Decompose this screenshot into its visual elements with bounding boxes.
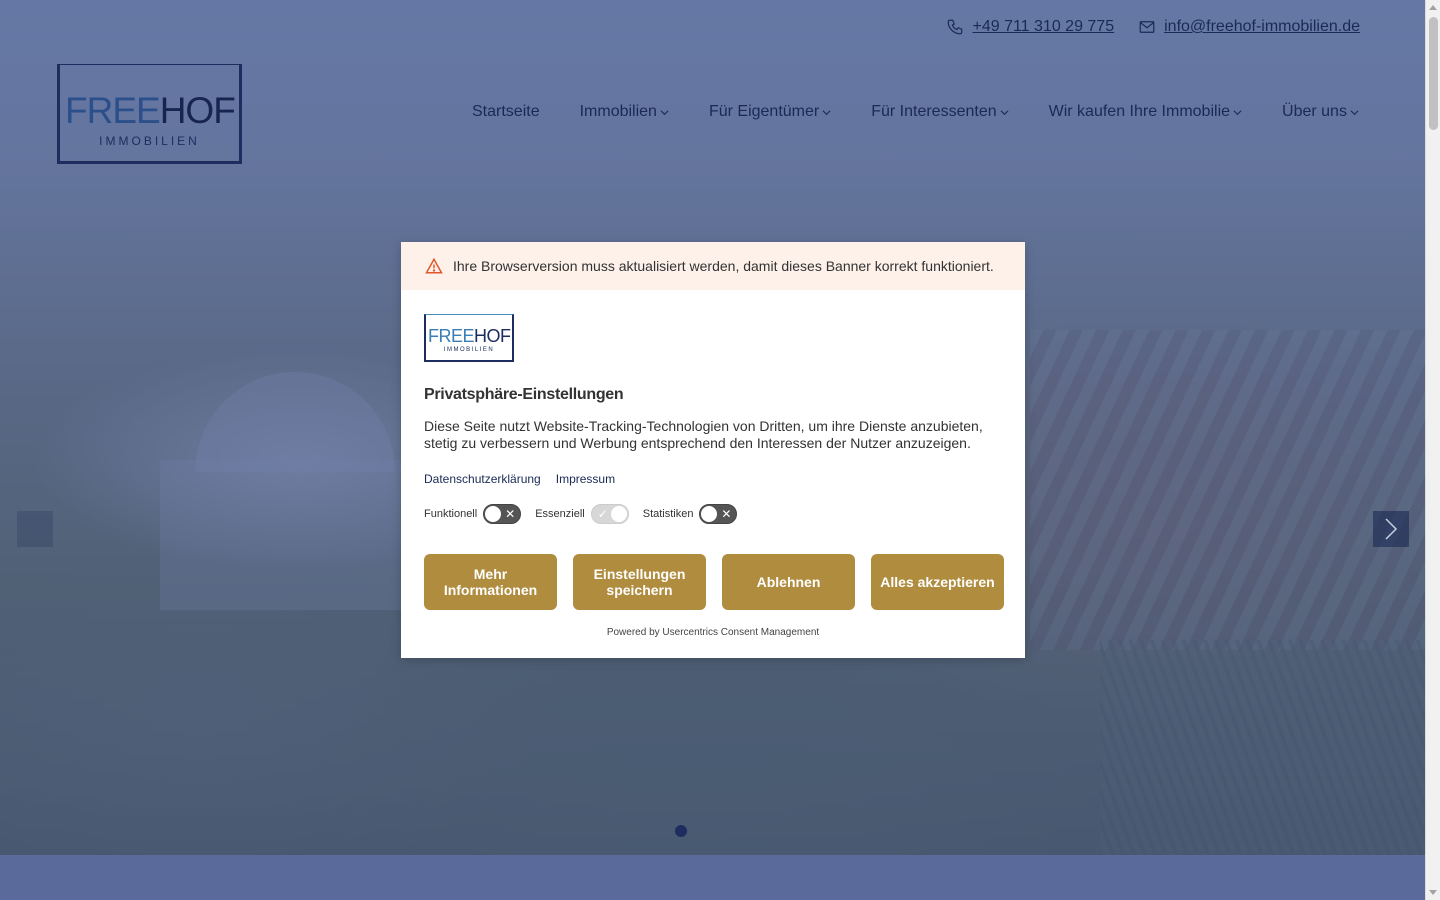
contact-bar: +49 711 310 29 775 info@freehof-immobili…	[946, 18, 1360, 36]
accept-all-button[interactable]: Alles akzeptieren	[871, 554, 1004, 610]
chevron-down-icon	[660, 109, 669, 115]
main-navigation: Startseite Immobilien Für Eigentümer Für…	[472, 103, 1359, 121]
chevron-down-icon	[1233, 109, 1242, 115]
checkmark-icon: ✓	[597, 507, 608, 521]
nav-item-fuer-interessenten[interactable]: Für Interessenten	[871, 103, 1009, 121]
more-info-button[interactable]: Mehr Informationen	[424, 554, 557, 610]
slider-prev-button[interactable]	[17, 511, 53, 547]
toggle-funktionell[interactable]: ✕	[483, 504, 522, 524]
toggle-knob	[701, 506, 718, 522]
page-scrollbar[interactable]	[1425, 0, 1440, 900]
scroll-up-arrow-icon[interactable]	[1429, 5, 1437, 10]
toggle-label-funktionell: Funktionell	[424, 508, 478, 520]
consent-description: Diese Seite nutzt Website-Tracking-Techn…	[424, 418, 983, 451]
site-logo[interactable]: FREEHOF IMMOBILIEN	[57, 64, 242, 164]
slider-pagination-dot[interactable]	[675, 825, 687, 837]
nav-item-fuer-eigentuemer[interactable]: Für Eigentümer	[709, 103, 831, 121]
phone-text: +49 711 310 29 775	[972, 18, 1115, 35]
phone-icon	[948, 19, 963, 35]
close-icon: ✕	[505, 507, 516, 521]
imprint-link[interactable]: Impressum	[556, 472, 615, 486]
toggle-knob	[485, 506, 502, 522]
powered-by-text[interactable]: Powered by Usercentrics Consent Manageme…	[401, 627, 1025, 638]
logo-subtitle: IMMOBILIEN	[99, 134, 200, 148]
consent-title: Privatsphäre-Einstellungen	[424, 386, 624, 403]
nav-item-immobilien[interactable]: Immobilien	[580, 103, 669, 121]
chevron-right-icon	[1385, 518, 1398, 540]
toggle-group-essenziell: Essenziell ✓	[535, 504, 629, 524]
toggle-group-funktionell: Funktionell ✕	[424, 504, 522, 524]
consent-logo-subtitle: IMMOBILIEN	[443, 347, 495, 353]
browser-warning-banner: Ihre Browserversion muss aktualisiert we…	[401, 242, 1025, 290]
logo-wordmark: FREEHOF	[65, 90, 236, 131]
chevron-down-icon	[1350, 109, 1359, 115]
consent-dialog: Ihre Browserversion muss aktualisiert we…	[401, 242, 1025, 658]
scrollbar-thumb[interactable]	[1429, 17, 1438, 130]
decline-button[interactable]: Ablehnen	[722, 554, 855, 610]
close-icon: ✕	[721, 507, 732, 521]
consent-links: Datenschutzerklärung Impressum	[424, 472, 615, 486]
save-settings-button[interactable]: Einstellungen speichern	[573, 554, 706, 610]
warning-triangle-icon	[425, 257, 443, 274]
consent-logo-wordmark: FREEHOF	[428, 326, 511, 346]
nav-item-ueber-uns[interactable]: Über uns	[1282, 103, 1359, 121]
browser-warning-text: Ihre Browserversion muss aktualisiert we…	[453, 258, 994, 274]
mail-icon	[1139, 21, 1155, 33]
scroll-down-arrow-icon[interactable]	[1429, 890, 1437, 895]
toggle-knob	[610, 506, 627, 522]
slider-next-button[interactable]	[1373, 511, 1409, 547]
toggle-label-essenziell: Essenziell	[535, 508, 585, 520]
consent-buttons: Mehr Informationen Einstellungen speiche…	[424, 554, 1004, 610]
toggle-essenziell: ✓	[590, 504, 629, 524]
nav-item-wir-kaufen[interactable]: Wir kaufen Ihre Immobilie	[1049, 103, 1242, 121]
page-section-below-hero	[0, 855, 1425, 900]
privacy-policy-link[interactable]: Datenschutzerklärung	[424, 472, 541, 486]
toggle-group-statistiken: Statistiken ✕	[643, 504, 738, 524]
consent-category-toggles: Funktionell ✕ Essenziell ✓ Statistiken ✕	[424, 504, 745, 524]
toggle-statistiken[interactable]: ✕	[699, 504, 738, 524]
chevron-down-icon	[1000, 109, 1009, 115]
consent-logo: FREEHOF IMMOBILIEN	[424, 314, 514, 362]
email-text: info@freehof-immobilien.de	[1164, 18, 1360, 35]
email-link[interactable]: info@freehof-immobilien.de	[1138, 18, 1360, 36]
toggle-label-statistiken: Statistiken	[642, 508, 694, 520]
nav-item-startseite[interactable]: Startseite	[472, 103, 540, 121]
phone-link[interactable]: +49 711 310 29 775	[946, 18, 1114, 36]
chevron-down-icon	[822, 109, 831, 115]
